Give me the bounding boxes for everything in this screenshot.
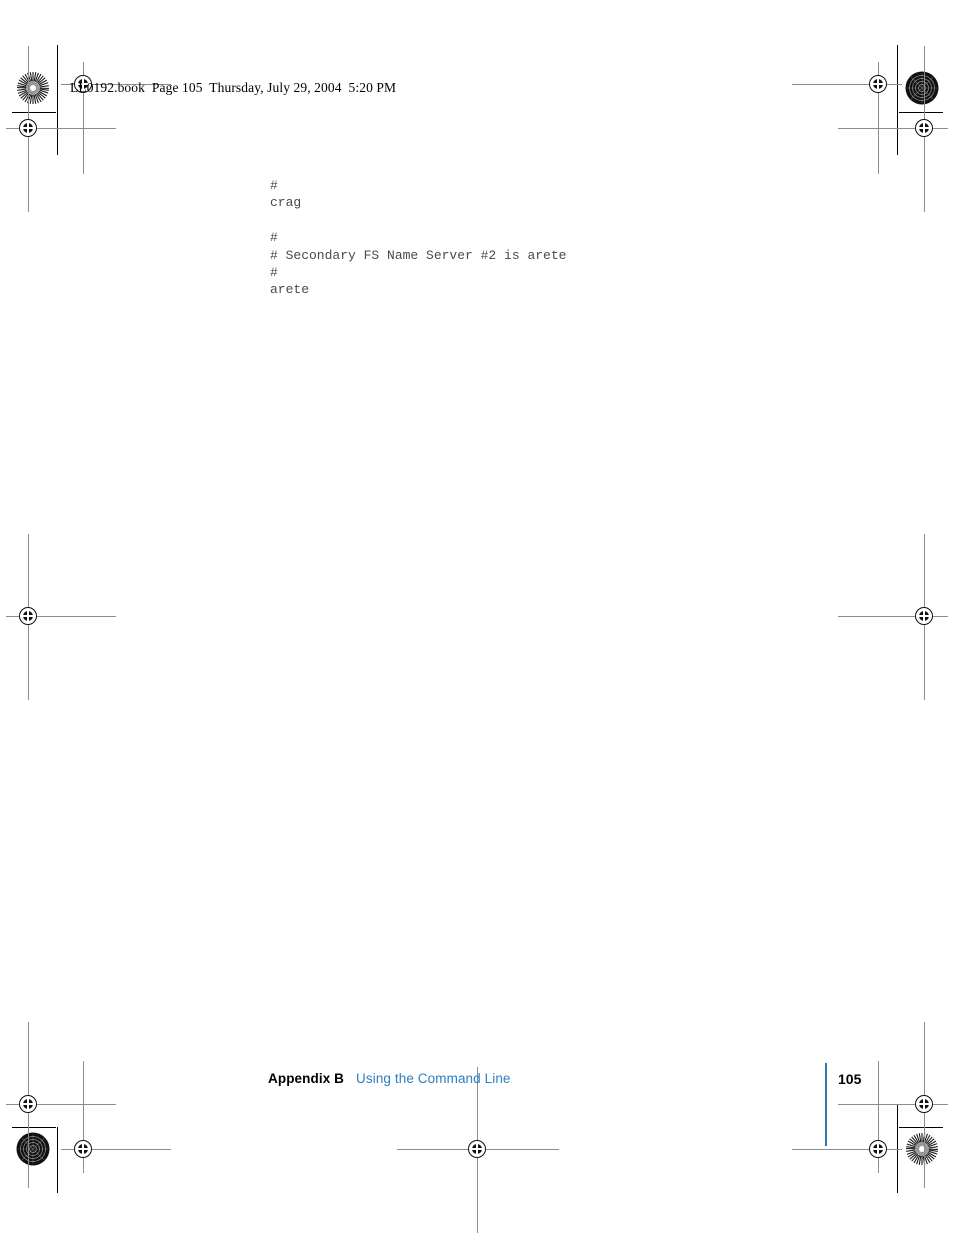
code-line: # <box>270 178 278 193</box>
rosette-star-target-icon-bottom-left <box>16 1132 50 1166</box>
trim-line-left <box>57 45 58 155</box>
rosette-star-target-icon-top-right <box>905 71 939 105</box>
registration-crosshair-icon-middle-left <box>6 534 116 700</box>
trim-line-left-lower <box>57 1127 58 1193</box>
page-number: 105 <box>838 1071 862 1087</box>
registration-crosshair-icon-lower-right <box>838 1022 948 1188</box>
code-line: # <box>270 265 278 281</box>
registration-crosshair-icon-upper-right <box>838 46 948 212</box>
registration-crosshair-icon-bottom-left <box>61 1061 171 1173</box>
rosette-star-target-icon-bottom-right <box>905 1132 939 1166</box>
code-line: crag <box>270 195 302 211</box>
footer-chapter-title: Using the Command Line <box>356 1071 511 1086</box>
footer: Appendix B Using the Command Line <box>268 1071 511 1086</box>
registration-crosshair-icon-upper-left <box>6 46 116 212</box>
code-line: # Secondary FS Name Server #2 is arete <box>270 247 567 263</box>
code-listing: # crag # # Secondary FS Name Server #2 is a… <box>270 177 566 299</box>
registration-crosshair-icon-bottom-right <box>792 1061 902 1173</box>
registration-crosshair-icon-middle-right <box>838 534 948 700</box>
registration-crosshair-icon-bottom-center <box>397 1067 559 1233</box>
printed-page: LL0192.book Page 105 Thursday, July 29, … <box>0 0 954 1235</box>
code-line: # <box>270 230 278 246</box>
footer-appendix-label: Appendix B <box>268 1071 345 1086</box>
code-line: arete <box>270 282 310 298</box>
book-file-header: LL0192.book Page 105 Thursday, July 29, … <box>70 80 397 95</box>
page-number-rule <box>825 1063 827 1146</box>
registration-crosshair-icon-top-right <box>792 62 902 174</box>
rosette-star-target-icon-top-left <box>16 71 50 105</box>
registration-crosshair-icon-lower-left <box>6 1022 116 1188</box>
